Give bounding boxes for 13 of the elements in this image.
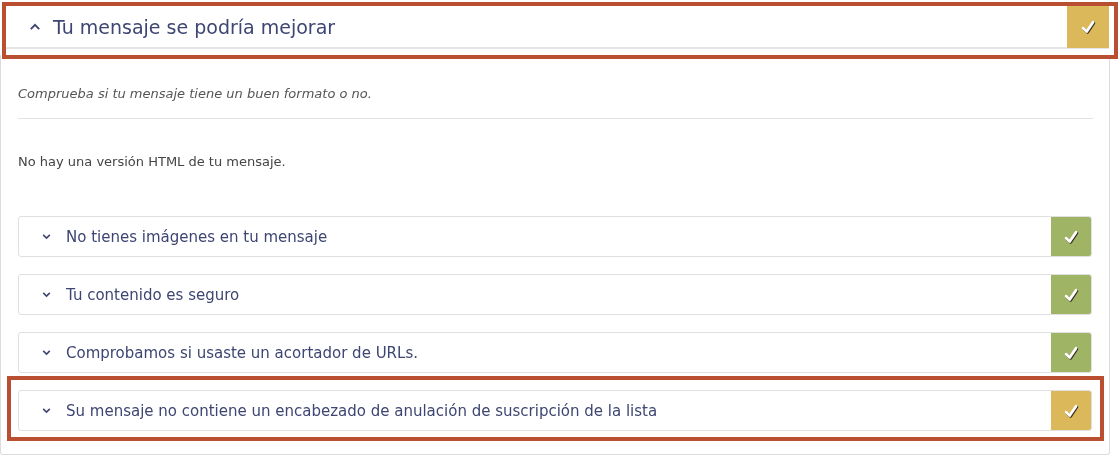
check-title: Comprobamos si usaste un acortador de URLs. — [66, 343, 419, 362]
check-item[interactable]: Comprobamos si usaste un acortador de URLs. — [18, 332, 1092, 373]
check-item[interactable]: No tienes imágenes en tu mensaje — [18, 216, 1092, 257]
section-title: Tu mensaje se podría mejorar — [53, 15, 337, 38]
check-item[interactable]: Su mensaje no contiene un encabezado de anulación de suscripción de la lista — [18, 390, 1092, 431]
check-title: Tu contenido es seguro — [66, 285, 241, 304]
checkmark-icon — [1079, 18, 1097, 36]
check-title: No tienes imágenes en tu mensaje — [66, 227, 329, 246]
description-text: Comprueba si tu mensaje tiene un buen formato o no. — [18, 86, 373, 101]
note-text: No hay una versión HTML de tu mensaje. — [18, 154, 287, 169]
section-header[interactable]: Tu mensaje se podría mejorar — [6, 6, 1109, 49]
check-title: Su mensaje no contiene un encabezado de anulación de suscripción de la lista — [66, 401, 659, 420]
check-item[interactable]: Tu contenido es seguro — [18, 274, 1092, 315]
